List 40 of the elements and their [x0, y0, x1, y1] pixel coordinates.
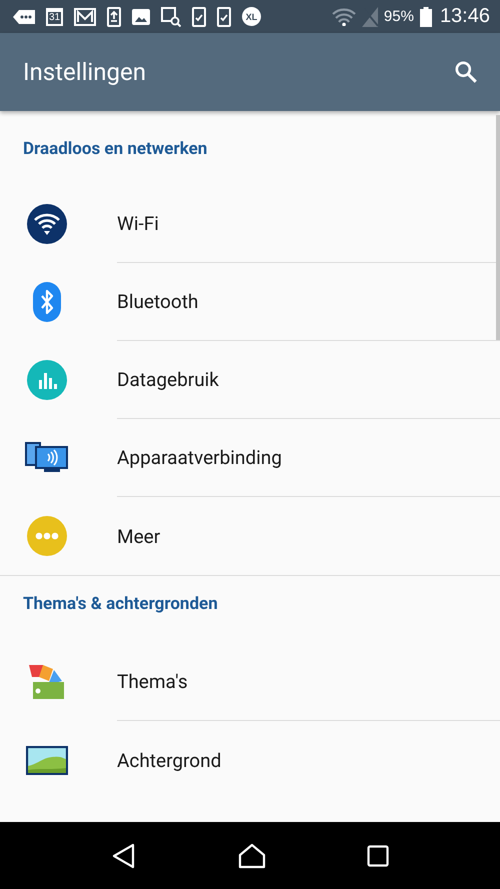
section-header: Thema's & achtergronden — [22, 593, 219, 616]
bar-chart-icon — [26, 360, 66, 400]
calendar-icon: 31 — [46, 8, 63, 26]
item-label: Thema's — [117, 670, 188, 693]
item-label: Achtergrond — [117, 748, 222, 772]
item-label: Apparaatverbinding — [117, 446, 282, 469]
overflow-icon — [13, 8, 35, 24]
home-icon[interactable] — [238, 842, 266, 868]
item-label: Wi-Fi — [117, 212, 159, 235]
recents-icon[interactable] — [367, 844, 390, 866]
battery-icon — [420, 6, 432, 26]
checked-phone-icon — [217, 6, 231, 26]
item-label: Meer — [117, 524, 160, 548]
search-document-icon — [161, 6, 181, 26]
section-header: Draadloos en netwerken — [22, 138, 208, 161]
wifi-signal-icon — [332, 8, 356, 26]
search-icon[interactable] — [453, 59, 479, 85]
image-icon — [132, 8, 150, 24]
mail-icon — [74, 8, 96, 26]
settings-item[interactable]: Datagebruik — [117, 341, 500, 419]
upload-icon — [107, 6, 121, 26]
settings-item[interactable]: Meer — [0, 497, 500, 575]
bluetooth-icon — [32, 282, 60, 322]
xl-badge-icon: XL — [242, 7, 261, 26]
wifi-icon — [26, 204, 66, 244]
item-label: Bluetooth — [117, 290, 198, 313]
devices-icon — [25, 442, 68, 473]
landscape-picture-icon — [26, 746, 68, 774]
clock: 13:46 — [440, 5, 490, 28]
checked-phone-icon — [192, 6, 206, 26]
settings-item[interactable]: Thema's — [117, 643, 500, 721]
back-icon[interactable] — [110, 842, 137, 868]
color-swatch-icon — [29, 664, 64, 698]
more-icon — [26, 516, 66, 556]
settings-item[interactable]: Apparaatverbinding — [117, 419, 500, 497]
battery-percentage: 95% — [384, 8, 414, 25]
settings-item[interactable]: Achtergrond — [0, 721, 500, 799]
no-signal-icon — [362, 6, 378, 26]
item-label: Datagebruik — [117, 368, 219, 391]
app-title: Instellingen — [23, 58, 146, 86]
